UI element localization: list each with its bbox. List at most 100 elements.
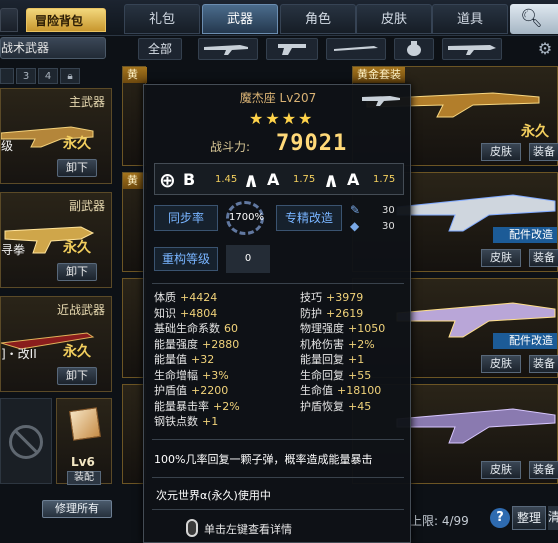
filter-special[interactable]	[442, 38, 502, 60]
stat-value: +2200	[191, 384, 229, 397]
accessory-mod-button[interactable]: 配件改造	[493, 333, 557, 349]
tactical-item-slot[interactable]: Lv6 装配	[56, 398, 112, 485]
skin-button[interactable]: 皮肤	[481, 355, 521, 373]
equip-button[interactable]: 装配	[67, 471, 101, 485]
slot-tab-3[interactable]: 3	[16, 68, 36, 84]
item-level: Lv6	[71, 455, 95, 469]
slot-weapon-name: ]・改II	[1, 347, 37, 361]
unload-button[interactable]: 卸下	[57, 263, 97, 281]
refine-label: 专精改造	[276, 205, 342, 231]
remould-panel: 重构等级 0	[154, 245, 274, 273]
weapon-tooltip: 魔杰座 Lv207 ★★★★ 战斗力: 79021 ⊕ B 1.45 ∧ A 1…	[143, 84, 411, 543]
sync-rate-label: 同步率	[154, 205, 218, 231]
stat-value: +2880	[202, 337, 240, 351]
weapon-effect-text: 100%几率回复一颗子弹，概率造成能量暴击	[154, 453, 373, 466]
stat-row: 防护 +2619	[300, 305, 363, 321]
sync-rate-value: 1700%	[226, 201, 264, 235]
stat-name: 能量值	[154, 353, 187, 366]
stat-row: 生命增幅 +3%	[154, 367, 229, 383]
skin-button[interactable]: 皮肤	[481, 143, 521, 161]
slot-tab-4[interactable]: 4	[38, 68, 58, 84]
stat-value: +2619	[326, 306, 364, 320]
mouse-icon	[186, 519, 198, 537]
rating-value: 1.75	[373, 174, 396, 185]
pen-icon: ✎	[350, 203, 361, 217]
melee-icon	[334, 46, 378, 51]
book-icon	[69, 407, 101, 441]
divider	[152, 283, 404, 284]
rating-value: 1.45	[215, 174, 238, 185]
slot-label: 近战武器	[56, 303, 105, 317]
slot-label: 副武器	[68, 199, 105, 213]
remould-label: 重构等级	[154, 247, 218, 271]
weapon-image	[396, 408, 556, 444]
grenade-icon	[407, 41, 421, 56]
equip-button[interactable]: 装备	[529, 249, 558, 267]
skin-button[interactable]: 皮肤	[481, 249, 521, 267]
filter-melee[interactable]	[326, 38, 386, 60]
tab-adventure-bag[interactable]: 冒险背包	[26, 8, 106, 32]
capacity-text: 上限: 4/99	[410, 514, 469, 528]
stat-value: +45	[348, 399, 372, 413]
equip-button[interactable]: 装备	[529, 143, 558, 161]
filter-pistol[interactable]	[266, 38, 318, 60]
pistol-icon	[278, 44, 306, 55]
stat-row: 基础生命系数 60	[154, 320, 238, 336]
filter-grenade[interactable]	[394, 38, 434, 60]
rating-grade: A	[267, 170, 280, 189]
filter-rifle[interactable]	[198, 38, 258, 60]
permanent-badge: 永久	[63, 344, 91, 360]
primary-weapon-slot[interactable]: 主武器 级 永久 卸下	[0, 88, 112, 184]
stat-row: 体质 +4424	[154, 289, 217, 305]
stat-name: 技巧	[300, 291, 322, 304]
stat-name: 基础生命系数	[154, 322, 220, 335]
stat-row: 护盾恢复 +45	[300, 398, 371, 414]
gear-icon[interactable]: ⚙	[534, 38, 556, 60]
stat-row: 钢铁点数 +1	[154, 413, 218, 429]
tab-skins[interactable]: 皮肤	[356, 4, 432, 34]
stat-name: 机枪伤害	[300, 337, 344, 351]
equip-button[interactable]: 装备	[529, 355, 558, 373]
disabled-icon	[9, 425, 43, 459]
divider	[152, 477, 404, 478]
help-icon[interactable]: ?	[490, 508, 510, 528]
tidy-button[interactable]: 整理	[512, 506, 546, 530]
left-panel-header[interactable]: 战术武器	[0, 37, 106, 59]
power-label: 战斗力:	[210, 140, 251, 154]
stat-value: +18100	[337, 384, 382, 397]
unload-button[interactable]: 卸下	[57, 159, 97, 177]
stat-name: 体质	[154, 291, 176, 304]
stat-name: 钢铁点数	[154, 415, 198, 428]
stat-name: 能量强度	[154, 337, 198, 351]
tab-gift-pack[interactable]: 礼包	[124, 4, 200, 34]
equip-button[interactable]: 装备	[529, 461, 558, 479]
stat-value: +2%	[213, 399, 240, 413]
accessory-mod-button[interactable]: 配件改造	[493, 227, 557, 243]
empty-slot[interactable]	[0, 398, 52, 484]
stat-row: 技巧 +3979	[300, 289, 363, 305]
tab-items[interactable]: 道具	[432, 4, 508, 34]
stat-name: 能量回复	[300, 353, 344, 366]
stat-name: 物理强度	[300, 322, 344, 335]
search-button[interactable]: 🔍︎	[510, 4, 558, 34]
bag-tab-prev[interactable]	[0, 8, 18, 32]
lock-icon[interactable]: 🔒︎	[60, 68, 80, 84]
filter-all[interactable]: 全部	[138, 38, 182, 60]
stat-row: 生命回复 +55	[300, 367, 371, 383]
secondary-weapon-slot[interactable]: 副武器 寻拳 永久 卸下	[0, 192, 112, 288]
stat-row: 生命值 +18100	[300, 382, 381, 398]
tab-characters[interactable]: 角色	[280, 4, 356, 34]
stat-value: +55	[348, 368, 372, 382]
stat-row: 护盾值 +2200	[154, 382, 228, 398]
stat-row: 能量暴击率 +2%	[154, 398, 240, 414]
skin-button[interactable]: 皮肤	[481, 461, 521, 479]
slot-weapon-name: 级	[1, 139, 14, 153]
tab-weapons[interactable]: 武器	[202, 4, 278, 34]
slot-tab-2[interactable]	[0, 68, 14, 84]
unload-button[interactable]: 卸下	[57, 367, 97, 385]
stat-value: +1050	[348, 322, 386, 335]
melee-weapon-slot[interactable]: 近战武器 ]・改II 永久 卸下	[0, 296, 112, 392]
special-weapon-icon	[448, 45, 496, 55]
clear-button[interactable]: 清	[548, 506, 558, 530]
repair-all-button[interactable]: 修理所有	[42, 500, 112, 518]
